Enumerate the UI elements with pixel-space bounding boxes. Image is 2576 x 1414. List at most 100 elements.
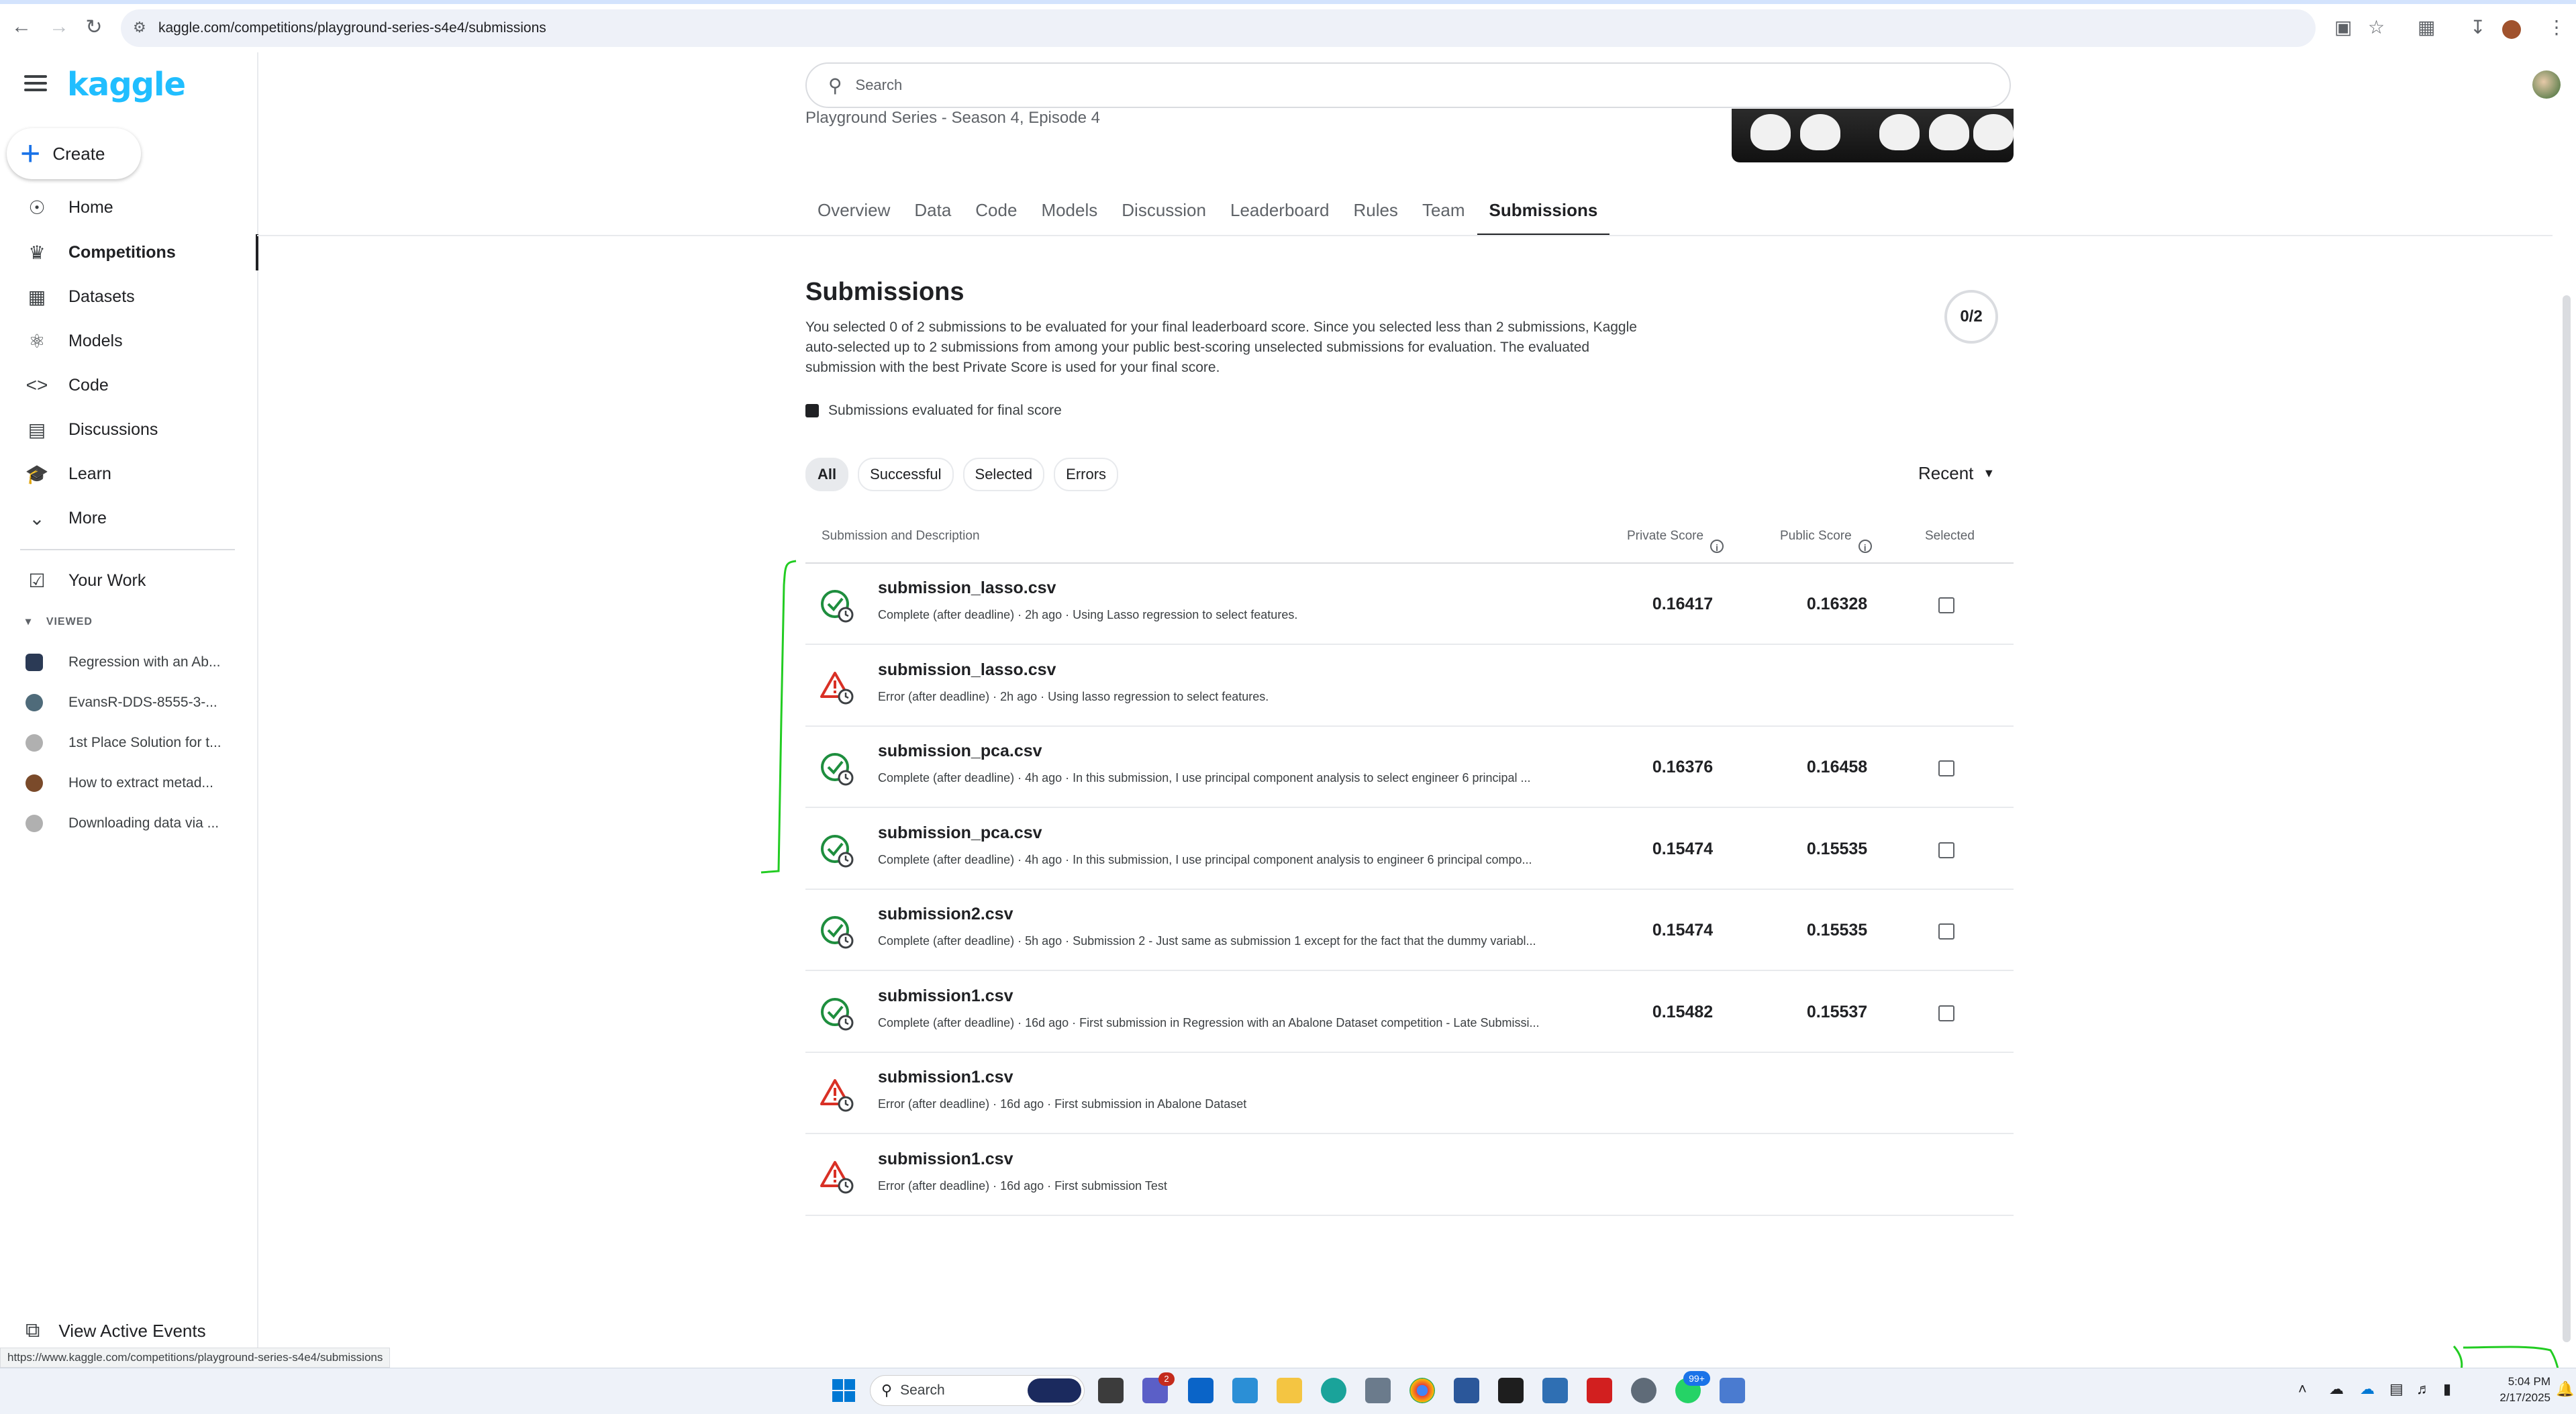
select-checkbox[interactable] xyxy=(1938,1005,1954,1021)
viewed-item[interactable]: EvansR-DDS-8555-3-... xyxy=(26,686,240,719)
submission-filename[interactable]: submission2.csv xyxy=(878,905,1013,924)
table-row[interactable]: submission2.csv Complete (after deadline)… xyxy=(805,890,2014,971)
info-icon[interactable]: i xyxy=(1710,540,1724,553)
viewed-item[interactable]: 1st Place Solution for t... xyxy=(26,726,240,760)
submission-filename[interactable]: submission1.csv xyxy=(878,1068,1013,1087)
sidebar-item-learn[interactable]: 🎓 Learn xyxy=(0,452,257,496)
trophy-icon: ♛ xyxy=(28,242,46,263)
settings-gear-icon[interactable] xyxy=(1631,1378,1656,1403)
sidebar-item-home[interactable]: ☉ Home xyxy=(0,185,257,230)
notification-bell-icon[interactable]: 🔔 xyxy=(2556,1380,2574,1398)
tab-data[interactable]: Data xyxy=(902,192,963,236)
sidebar-item-your-work[interactable]: ☑ Your Work xyxy=(0,558,257,603)
submission-filename[interactable]: submission1.csv xyxy=(878,1150,1013,1169)
submission-filename[interactable]: submission_pca.csv xyxy=(878,742,1042,761)
filter-selected[interactable]: Selected xyxy=(962,458,1045,491)
viewed-header[interactable]: ▾ VIEWED xyxy=(26,615,93,628)
table-row[interactable]: submission_lasso.csv Error (after deadlin… xyxy=(805,646,2014,727)
scrollbar[interactable] xyxy=(2563,295,2571,1342)
sidebar-item-competitions[interactable]: ♛ Competitions xyxy=(0,230,258,274)
filter-errors[interactable]: Errors xyxy=(1054,458,1119,491)
table-row[interactable]: submission_lasso.csv Complete (after dead… xyxy=(805,564,2014,645)
site-info-icon[interactable]: ⚙ xyxy=(133,19,146,36)
download-icon[interactable]: ↧ xyxy=(2470,16,2485,38)
kaggle-logo[interactable]: kaggle xyxy=(67,66,186,103)
remote-desktop-icon[interactable] xyxy=(1720,1378,1745,1403)
view-active-events[interactable]: ⧉ View Active Events xyxy=(26,1319,206,1342)
extensions-icon[interactable]: ▦ xyxy=(2418,16,2435,38)
profile-avatar[interactable] xyxy=(2502,20,2521,39)
install-icon[interactable]: ▣ xyxy=(2334,16,2352,38)
avatar[interactable] xyxy=(2532,70,2561,99)
viewed-thumbnail xyxy=(26,734,43,752)
select-checkbox[interactable] xyxy=(1938,760,1954,776)
file-explorer-icon[interactable] xyxy=(1277,1378,1302,1403)
submission-filename[interactable]: submission1.csv xyxy=(878,987,1013,1006)
chrome-icon[interactable] xyxy=(1409,1378,1435,1403)
table-row[interactable]: submission_pca.csv Complete (after deadli… xyxy=(805,809,2014,890)
info-icon[interactable]: i xyxy=(1858,540,1872,553)
task-view-icon[interactable] xyxy=(1098,1378,1124,1403)
viewed-item[interactable]: Regression with an Ab... xyxy=(26,646,240,679)
filter-all[interactable]: All xyxy=(805,458,849,491)
outlook-icon[interactable] xyxy=(1188,1378,1213,1403)
windows-start-icon[interactable] xyxy=(831,1378,856,1403)
menu-kebab-icon[interactable]: ⋮ xyxy=(2547,16,2566,38)
search-icon: ⚲ xyxy=(828,74,842,96)
terminal-icon[interactable] xyxy=(1498,1378,1524,1403)
volume-icon[interactable]: ♬ xyxy=(2416,1380,2431,1398)
reload-icon[interactable]: ↻ xyxy=(81,13,107,40)
tab-submissions[interactable]: Submissions xyxy=(1477,192,1610,236)
duck-shape xyxy=(1750,114,1791,150)
acrobat-icon[interactable] xyxy=(1587,1378,1612,1403)
submission-filename[interactable]: submission_lasso.csv xyxy=(878,660,1056,680)
tab-code[interactable]: Code xyxy=(963,192,1029,236)
submission-filename[interactable]: submission_pca.csv xyxy=(878,823,1042,843)
tab-overview[interactable]: Overview xyxy=(805,192,902,236)
table-row[interactable]: submission1.csv Error (after deadline) · … xyxy=(805,1135,2014,1216)
taskbar-search[interactable]: ⚲ Search xyxy=(870,1375,1085,1406)
forward-icon[interactable]: → xyxy=(46,13,72,40)
sidebar-item-code[interactable]: <> Code xyxy=(0,363,257,407)
bookmark-star-icon[interactable]: ☆ xyxy=(2368,16,2385,38)
table-row[interactable]: submission1.csv Complete (after deadline)… xyxy=(805,972,2014,1053)
sidebar-item-models[interactable]: ⚛ Models xyxy=(0,319,257,363)
create-button[interactable]: + Create xyxy=(7,128,141,179)
submission-meta: Error (after deadline) · 16d ago · First… xyxy=(878,1097,1247,1111)
viewed-item[interactable]: How to extract metad... xyxy=(26,766,240,800)
tab-discussion[interactable]: Discussion xyxy=(1109,192,1218,236)
tab-models[interactable]: Models xyxy=(1029,192,1109,236)
sidebar-item-more[interactable]: ⌄ More xyxy=(0,496,257,540)
word-icon[interactable] xyxy=(1454,1378,1479,1403)
hamburger-menu-icon[interactable] xyxy=(24,75,47,91)
submission-filename[interactable]: submission_lasso.csv xyxy=(878,578,1056,598)
onedrive-icon[interactable]: ☁ xyxy=(2360,1380,2375,1398)
address-bar[interactable]: ⚙ kaggle.com/competitions/playground-ser… xyxy=(121,9,2316,47)
edge-icon[interactable] xyxy=(1321,1378,1346,1403)
notepad-icon[interactable] xyxy=(1542,1378,1568,1403)
tab-team[interactable]: Team xyxy=(1410,192,1477,236)
filter-successful[interactable]: Successful xyxy=(858,458,954,491)
table-row[interactable]: submission1.csv Error (after deadline) · … xyxy=(805,1053,2014,1134)
select-checkbox[interactable] xyxy=(1938,923,1954,940)
vscode-icon[interactable] xyxy=(1232,1378,1258,1403)
select-checkbox[interactable] xyxy=(1938,842,1954,858)
tab-rules[interactable]: Rules xyxy=(1341,192,1409,236)
cloud-icon[interactable]: ☁ xyxy=(2329,1380,2344,1398)
col-private-score: Private Score i xyxy=(1627,529,1724,553)
tab-leaderboard[interactable]: Leaderboard xyxy=(1218,192,1341,236)
sidebar-item-label: Datasets xyxy=(68,287,135,306)
sidebar-item-discussions[interactable]: ▤ Discussions xyxy=(0,407,257,452)
display-icon[interactable]: ▤ xyxy=(2389,1380,2404,1398)
back-icon[interactable]: ← xyxy=(8,13,35,40)
sort-dropdown[interactable]: Recent ▼ xyxy=(1918,463,1995,484)
select-checkbox[interactable] xyxy=(1938,597,1954,613)
viewed-item[interactable]: Downloading data via ... xyxy=(26,807,240,840)
sidebar-item-datasets[interactable]: ▦ Datasets xyxy=(0,274,257,319)
calculator-icon[interactable] xyxy=(1365,1378,1391,1403)
battery-icon[interactable]: ▮ xyxy=(2443,1380,2451,1398)
table-row[interactable]: submission_pca.csv Complete (after deadli… xyxy=(805,727,2014,808)
tray-chevron-up-icon[interactable]: ˄ xyxy=(2298,1380,2307,1398)
system-clock[interactable]: 5:04 PM 2/17/2025 xyxy=(2470,1374,2550,1406)
search-input[interactable]: ⚲ Search xyxy=(805,62,2011,108)
